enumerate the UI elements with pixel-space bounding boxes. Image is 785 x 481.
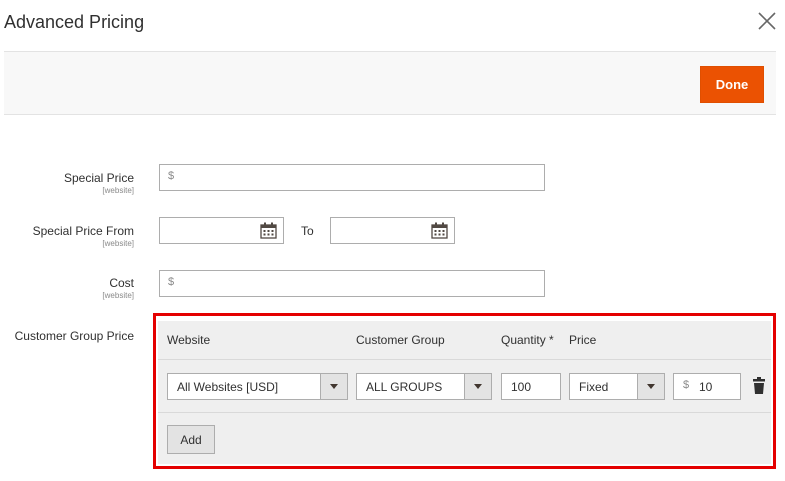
to-label: To	[301, 224, 314, 238]
currency-prefix: $	[168, 276, 175, 288]
cost-scope: [website]	[102, 291, 134, 300]
special-price-from-label-text: Special Price From	[32, 224, 134, 238]
special-price-scope: [website]	[102, 186, 134, 195]
done-button[interactable]: Done	[700, 66, 764, 103]
cost-label: Cost [website]	[10, 276, 134, 300]
special-price-label: Special Price [website]	[10, 171, 134, 195]
cost-label-text: Cost	[109, 276, 134, 290]
currency-prefix: $	[168, 170, 175, 182]
special-price-to-input[interactable]	[330, 217, 455, 244]
customer-group-price-label: Customer Group Price	[14, 329, 134, 343]
special-price-input[interactable]: $	[159, 164, 545, 191]
cost-input[interactable]: $	[159, 270, 545, 297]
close-button[interactable]	[756, 10, 778, 32]
close-icon	[758, 12, 776, 30]
calendar-icon[interactable]	[260, 222, 277, 239]
modal-toolbar: Done	[4, 51, 776, 115]
special-price-from-label: Special Price From [website]	[10, 224, 134, 248]
highlight-frame	[153, 313, 776, 469]
special-price-from-input[interactable]	[159, 217, 284, 244]
modal-title: Advanced Pricing	[4, 12, 145, 32]
special-price-from-scope: [website]	[102, 239, 134, 248]
calendar-icon[interactable]	[431, 222, 448, 239]
special-price-label-text: Special Price	[63, 171, 134, 185]
